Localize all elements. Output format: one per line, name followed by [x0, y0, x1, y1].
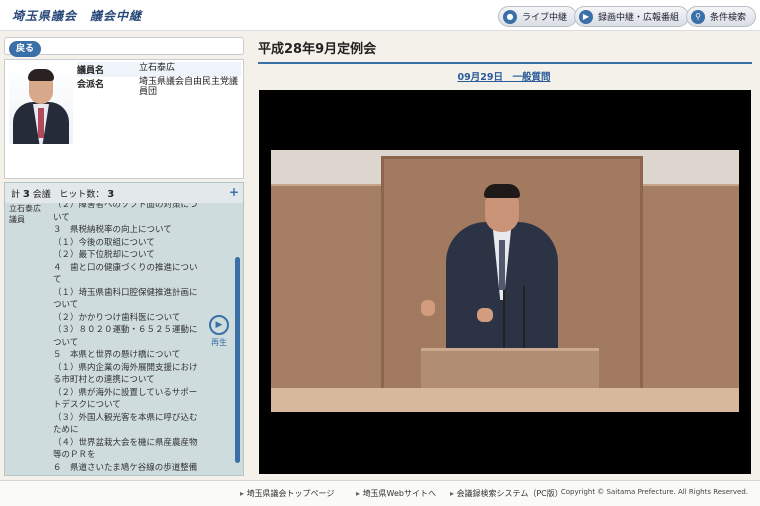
member-name: 立石泰広 — [139, 63, 176, 73]
total-suffix: 会議 — [32, 190, 51, 200]
recorded-button-label: 録画中継・広報番組 — [598, 13, 680, 23]
member-card: 議員名 立石泰広 会派名 埼玉県議会自由民主党議員団 — [4, 59, 244, 179]
footer-link-minutes[interactable]: 会議録検索システム（PC版） — [450, 488, 563, 499]
site-logo[interactable]: 埼玉県議会 議会中継 — [12, 7, 142, 24]
speaker-role: 議員 — [9, 215, 25, 224]
agenda-item: ３ 県税納税率の向上について — [53, 225, 172, 235]
member-party: 埼玉県議会自由民主党議員団 — [139, 77, 239, 97]
member-name-label: 議員名 — [77, 66, 105, 76]
agenda-item: ６ 県道さいたま鳩ケ谷線の歩道整備について — [53, 462, 198, 473]
footer-link-saitama[interactable]: 埼玉県Webサイトへ — [356, 488, 436, 499]
play-label: 再生 — [211, 338, 227, 347]
video-player[interactable] — [259, 90, 751, 474]
agenda-item: （１）今後の取組について — [53, 237, 155, 248]
agenda-item: （１）県内企業の海外展開支援における市町村との連携について — [53, 362, 198, 386]
footer: 埼玉県議会トップページ 埼玉県Webサイトへ 会議録検索システム（PC版） Co… — [0, 480, 760, 506]
result-header: 計 3 会議 ヒット数： 3 + — [5, 183, 243, 203]
recorded-button[interactable]: ▶ 録画中継・広報番組 — [574, 6, 690, 27]
back-button[interactable]: 戻る — [9, 41, 42, 57]
result-body: 立石泰広 議員 （２）障害者へのソフト面の対策について ３ 県税納税率の向上につ… — [5, 203, 243, 475]
speaker-name: 立石泰広 — [9, 204, 41, 213]
search-button[interactable]: ⚲ 条件検索 — [686, 6, 757, 27]
result-panel: 計 3 会議 ヒット数： 3 + 立石泰広 議員 （２）障害者へのソフト面の対策… — [4, 182, 244, 476]
search-icon: ⚲ — [691, 9, 705, 24]
agenda-item: （３）外国人観光客を本県に呼び込むために — [53, 412, 198, 436]
title-divider — [258, 62, 752, 64]
agenda-item: （１）埼玉県歯科口腔保健推進計画について — [53, 287, 198, 311]
agenda-item: ４ 歯と口の健康づくりの推進について — [53, 262, 198, 286]
total-count: 3 — [22, 189, 30, 200]
live-button-label: ライブ中継 — [522, 13, 568, 23]
member-party-label: 会派名 — [77, 80, 105, 90]
play-icon: ▶ — [209, 315, 229, 335]
back-row: 戻る — [4, 37, 244, 57]
left-panel: 戻る 議員名 立石泰広 会派名 埼玉県議会自由民主党議員団 計 3 会議 ヒット… — [4, 34, 246, 476]
member-photo — [9, 64, 73, 144]
total-prefix: 計 — [11, 190, 21, 200]
footer-link-top[interactable]: 埼玉県議会トップページ — [240, 488, 335, 499]
expand-icon[interactable]: + — [229, 185, 239, 199]
copyright: Copyright © Saitama Prefecture. All Righ… — [560, 488, 748, 496]
speaker: 立石泰広 議員 — [9, 203, 49, 225]
agenda-item: （３）８０２０運動・６５２５運動について — [53, 325, 198, 348]
main-panel: 平成28年9月定例会 09月29日 一般質問 — [252, 34, 756, 476]
hits-count: 3 — [107, 189, 115, 200]
agenda-item: （２）最下位脱却について — [53, 250, 155, 260]
hits-label: ヒット数： — [59, 190, 105, 200]
live-button[interactable]: ● ライブ中継 — [498, 6, 578, 27]
video-frame — [271, 150, 739, 412]
search-button-label: 条件検索 — [710, 13, 747, 23]
member-info: 議員名 立石泰広 会派名 埼玉県議会自由民主党議員団 — [77, 62, 241, 97]
agenda-item: （２）障害者へのソフト面の対策について — [53, 203, 198, 223]
play-button[interactable]: ▶ 再生 — [205, 315, 233, 348]
agenda-item: （２）県が海外に設置しているサポートデスクについて — [53, 387, 198, 411]
header: 埼玉県議会 議会中継 ● ライブ中継 ▶ 録画中継・広報番組 ⚲ 条件検索 — [0, 0, 760, 31]
agenda-list: （２）障害者へのソフト面の対策について ３ 県税納税率の向上について （１）今後… — [53, 203, 203, 475]
agenda-item: （４）世界盆栽大会を機に県産農産物等のＰＲを — [53, 437, 198, 461]
agenda-item: （２）かかりつけ歯科医について — [53, 312, 181, 323]
video-icon: ▶ — [579, 9, 593, 24]
camera-icon: ● — [503, 9, 517, 24]
page-title: 平成28年9月定例会 — [258, 42, 377, 57]
scrollbar[interactable] — [235, 257, 240, 463]
session-link[interactable]: 09月29日 一般質問 — [252, 69, 756, 83]
agenda-item: ５ 本県と世界の懸け橋について — [53, 350, 181, 360]
